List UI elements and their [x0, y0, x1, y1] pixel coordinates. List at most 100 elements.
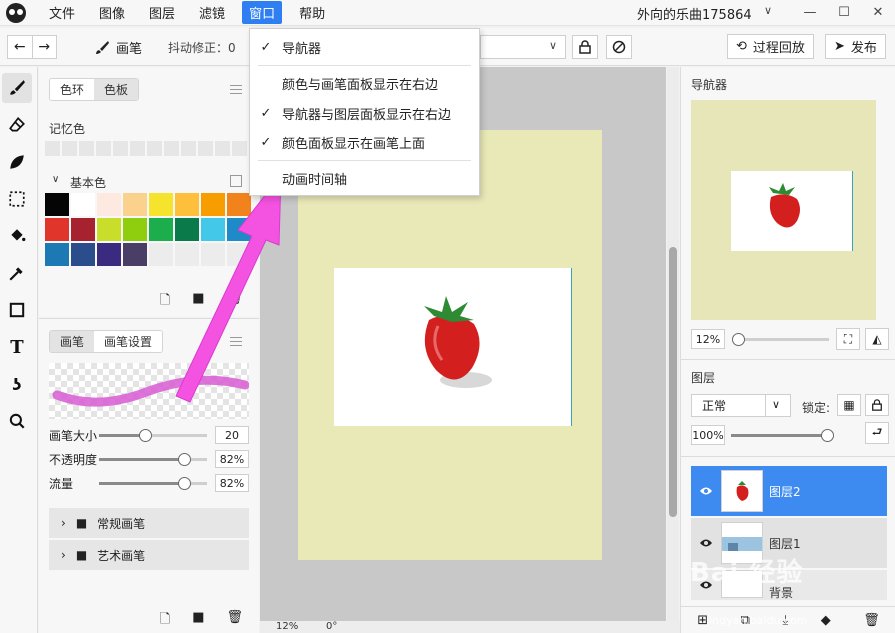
maximize-icon[interactable]: ☐: [827, 0, 861, 24]
trash-icon[interactable]: 🗑: [863, 613, 880, 628]
trash-icon[interactable]: 🗑: [226, 610, 243, 632]
clear-layer-icon[interactable]: ◆: [821, 613, 831, 628]
eye-icon[interactable]: [691, 486, 721, 496]
eraser-icon[interactable]: [2, 110, 32, 140]
new-file-icon[interactable]: 🗋: [160, 291, 170, 313]
slider-value-field[interactable]: 82%: [215, 450, 249, 468]
color-swatch[interactable]: [45, 243, 69, 266]
menu-item-color-above-brush[interactable]: ✓ 颜色面板显示在画笔上面: [250, 128, 479, 156]
clip-layer-icon[interactable]: ⮐: [865, 422, 889, 444]
color-swatch[interactable]: [149, 218, 173, 241]
swatch-grid[interactable]: [45, 193, 251, 266]
zoom-icon[interactable]: [2, 406, 32, 436]
lock-transparency-icon[interactable]: ▦: [837, 394, 861, 416]
tab-color-wheel[interactable]: 色环: [50, 79, 95, 100]
fit-screen-icon[interactable]: ⛶: [836, 328, 860, 350]
color-swatch[interactable]: [149, 243, 173, 266]
slider-handle[interactable]: [178, 452, 192, 466]
blend-mode-select[interactable]: 正常 ∨: [691, 394, 791, 417]
menu-help[interactable]: 帮助: [292, 1, 332, 24]
folder-icon[interactable]: ■: [192, 610, 204, 632]
brush-size-slider[interactable]: 画笔大小 20: [49, 423, 249, 447]
tab-swatches[interactable]: 色板: [94, 79, 139, 100]
color-swatch[interactable]: [201, 218, 225, 241]
color-swatch[interactable]: [45, 193, 69, 216]
navigator-preview[interactable]: [691, 100, 876, 320]
menu-item-navigator[interactable]: ✓ 导航器: [250, 33, 479, 61]
color-swatch[interactable]: [97, 193, 121, 216]
navigator-zoom-slider[interactable]: [731, 333, 829, 346]
color-swatch[interactable]: [201, 193, 225, 216]
new-file-icon[interactable]: 🗋: [160, 610, 170, 632]
lock-layer-icon[interactable]: [865, 394, 889, 416]
slider-value-field[interactable]: 82%: [215, 474, 249, 492]
forbidden-icon[interactable]: [606, 35, 632, 59]
brush-folder-art[interactable]: › ■ 艺术画笔: [49, 540, 249, 570]
menu-layer[interactable]: 图层: [142, 1, 182, 24]
lock-icon[interactable]: [572, 35, 598, 59]
color-swatch[interactable]: [123, 218, 147, 241]
eyedropper-icon[interactable]: [2, 258, 32, 288]
canvas-zoom-readout[interactable]: 12%: [276, 621, 298, 632]
slider-value-field[interactable]: 20: [215, 426, 249, 444]
chevron-down-icon[interactable]: ∨: [52, 174, 59, 185]
slider-handle[interactable]: [139, 428, 153, 442]
navigator-zoom-field[interactable]: 12%: [691, 329, 725, 349]
color-swatch[interactable]: [97, 243, 121, 266]
color-swatch[interactable]: [227, 243, 251, 266]
scrollbar-thumb[interactable]: [669, 247, 677, 517]
slider-handle[interactable]: [731, 333, 745, 346]
menu-item-color-brush-right[interactable]: 颜色与画笔面板显示在右边: [250, 69, 479, 97]
close-icon[interactable]: ✕: [861, 0, 895, 24]
color-swatch[interactable]: [71, 193, 95, 216]
menu-image[interactable]: 图像: [92, 1, 132, 24]
tab-brush-settings[interactable]: 画笔设置: [94, 331, 163, 352]
color-swatch[interactable]: [71, 218, 95, 241]
menu-item-navigator-layers-right[interactable]: ✓ 导航器与图层面板显示在右边: [250, 99, 479, 127]
color-swatch[interactable]: [97, 218, 121, 241]
color-swatch[interactable]: [175, 243, 199, 266]
color-swatch[interactable]: [149, 193, 173, 216]
color-swatch[interactable]: [45, 218, 69, 241]
fill-bucket-icon[interactable]: [2, 221, 32, 251]
layer-row-layer2[interactable]: 图层2: [691, 466, 887, 516]
brush-tool-icon[interactable]: [2, 73, 32, 103]
tab-brush[interactable]: 画笔: [50, 331, 95, 352]
flow-slider[interactable]: 流量 82%: [49, 471, 249, 495]
brush-folder-regular[interactable]: › ■ 常规画笔: [49, 508, 249, 538]
menu-file[interactable]: 文件: [42, 1, 82, 24]
slider-handle[interactable]: [178, 476, 192, 490]
undo-icon[interactable]: ←: [8, 36, 33, 58]
layer-opacity-slider[interactable]: [731, 429, 834, 442]
panel-menu-icon[interactable]: [230, 85, 242, 94]
canvas-vertical-scrollbar[interactable]: [667, 67, 679, 623]
smudge-leaf-icon[interactable]: [2, 147, 32, 177]
stabilizer-label[interactable]: 抖动修正：0: [168, 39, 236, 56]
trash-icon[interactable]: 🗑: [226, 291, 243, 313]
flip-icon[interactable]: ◭: [865, 328, 889, 350]
menu-window[interactable]: 窗口: [242, 1, 283, 24]
color-swatch[interactable]: [123, 193, 147, 216]
canvas-rotation-readout[interactable]: 0°: [326, 621, 337, 632]
layer-opacity-field[interactable]: 100%: [691, 425, 725, 445]
chevron-down-icon[interactable]: ∨: [764, 4, 772, 17]
checkbox-icon[interactable]: [230, 175, 242, 187]
selection-icon[interactable]: [2, 184, 32, 214]
rectangle-icon[interactable]: [2, 295, 32, 325]
eye-icon[interactable]: [691, 538, 721, 548]
folder-icon[interactable]: ■: [192, 291, 204, 313]
transform-icon[interactable]: ʖ: [2, 369, 32, 399]
memory-color-row[interactable]: [45, 141, 247, 156]
color-swatch[interactable]: [123, 243, 147, 266]
redo-icon[interactable]: →: [33, 36, 57, 58]
color-swatch[interactable]: [201, 243, 225, 266]
menu-item-animation-timeline[interactable]: 动画时间轴: [250, 164, 479, 192]
minimize-icon[interactable]: —: [793, 0, 827, 24]
document-title[interactable]: 外向的乐曲175864: [637, 4, 752, 23]
menu-filter[interactable]: 滤镜: [192, 1, 232, 24]
color-swatch[interactable]: [71, 243, 95, 266]
publish-button[interactable]: ➤ 发布: [825, 34, 886, 59]
opacity-slider[interactable]: 不透明度 82%: [49, 447, 249, 471]
color-swatch[interactable]: [227, 218, 251, 241]
color-swatch[interactable]: [175, 193, 199, 216]
